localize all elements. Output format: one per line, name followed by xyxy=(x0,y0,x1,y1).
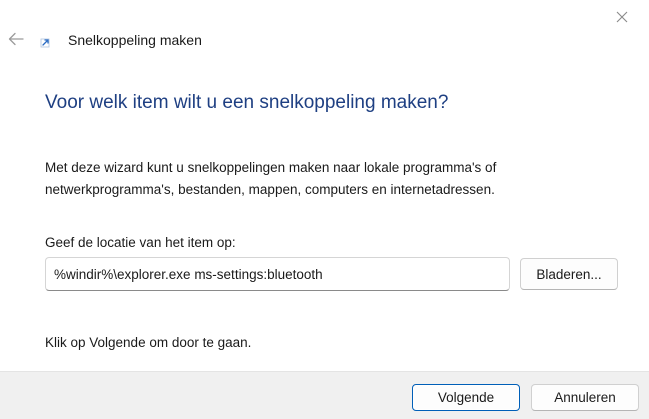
close-button[interactable] xyxy=(599,2,645,32)
wizard-description: Met deze wizard kunt u snelkoppelingen m… xyxy=(45,160,497,197)
next-button[interactable]: Volgende xyxy=(412,384,520,411)
continue-hint: Klik op Volgende om door te gaan. xyxy=(45,335,252,350)
shortcut-icon xyxy=(40,38,50,48)
window-title: Snelkoppeling maken xyxy=(68,32,202,48)
close-icon xyxy=(616,11,628,23)
back-button[interactable] xyxy=(2,26,30,52)
cancel-button[interactable]: Annuleren xyxy=(531,384,639,411)
browse-button[interactable]: Bladeren... xyxy=(520,258,618,290)
footer-bar: Volgende Annuleren xyxy=(0,371,649,419)
location-label: Geef de locatie van het item op: xyxy=(45,235,236,250)
page-heading: Voor welk item wilt u een snelkoppeling … xyxy=(45,92,449,113)
location-input[interactable] xyxy=(45,257,510,291)
back-arrow-icon xyxy=(8,32,24,46)
